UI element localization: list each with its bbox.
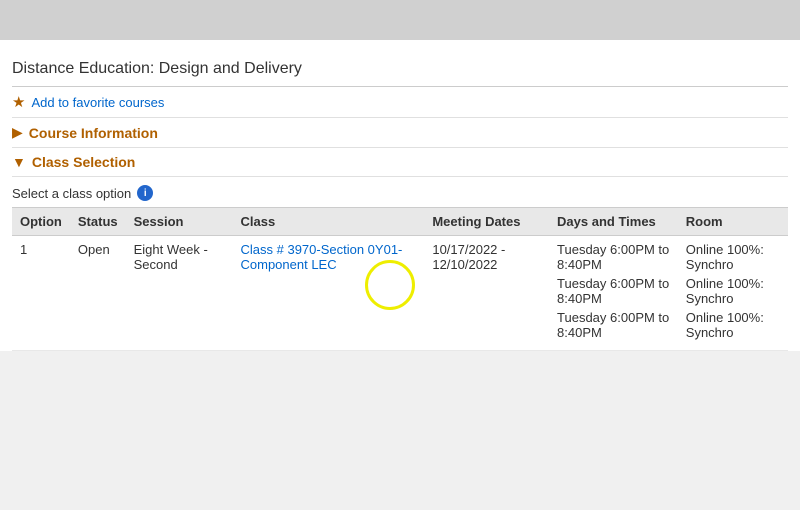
- info-icon[interactable]: i: [137, 185, 153, 201]
- table-row: 1OpenEight Week - Second Class # 3970-Sec…: [12, 236, 788, 351]
- course-information-label: Course Information: [29, 125, 158, 141]
- class-selection-arrow: ▼: [12, 154, 26, 170]
- col-class: Class: [233, 208, 425, 236]
- favorite-link[interactable]: Add to favorite courses: [31, 95, 164, 110]
- col-days-times: Days and Times: [549, 208, 678, 236]
- course-information-section[interactable]: ▶ Course Information: [12, 118, 788, 148]
- cell-meeting-dates: 10/17/2022 - 12/10/2022: [424, 236, 549, 351]
- meeting-slot-days: Tuesday 6:00PM to 8:40PM: [557, 242, 670, 272]
- page-content: Distance Education: Design and Delivery …: [0, 40, 800, 351]
- col-option: Option: [12, 208, 70, 236]
- col-session: Session: [126, 208, 233, 236]
- class-link[interactable]: Class # 3970-Section 0Y01-Component LEC: [241, 242, 403, 272]
- table-header-row: Option Status Session Class Meeting Date…: [12, 208, 788, 236]
- top-bar: [0, 0, 800, 40]
- cell-room: Online 100%: Synchro Online 100%: Synchro…: [678, 236, 788, 351]
- meeting-slot-room: Online 100%: Synchro: [686, 310, 780, 340]
- cell-option: 1: [12, 236, 70, 351]
- class-table: Option Status Session Class Meeting Date…: [12, 207, 788, 351]
- meeting-slot-days: Tuesday 6:00PM to 8:40PM: [557, 276, 670, 306]
- select-class-text: Select a class option: [12, 186, 131, 201]
- cell-days-times: Tuesday 6:00PM to 8:40PM Tuesday 6:00PM t…: [549, 236, 678, 351]
- class-selection-label: Class Selection: [32, 154, 136, 170]
- course-information-arrow: ▶: [12, 124, 23, 141]
- meeting-slot-room: Online 100%: Synchro: [686, 276, 780, 306]
- select-class-row: Select a class option i: [12, 177, 788, 207]
- class-selection-section[interactable]: ▼ Class Selection: [12, 148, 788, 177]
- star-icon: ★: [12, 93, 25, 111]
- cell-status: Open: [70, 236, 126, 351]
- meeting-slot-room: Online 100%: Synchro: [686, 242, 780, 272]
- cell-session: Eight Week - Second: [126, 236, 233, 351]
- meeting-slot-days: Tuesday 6:00PM to 8:40PM: [557, 310, 670, 340]
- favorite-row: ★ Add to favorite courses: [12, 87, 788, 118]
- cell-class[interactable]: Class # 3970-Section 0Y01-Component LEC: [233, 236, 425, 351]
- page-title: Distance Education: Design and Delivery: [12, 50, 788, 87]
- col-room: Room: [678, 208, 788, 236]
- col-status: Status: [70, 208, 126, 236]
- col-meeting-dates: Meeting Dates: [424, 208, 549, 236]
